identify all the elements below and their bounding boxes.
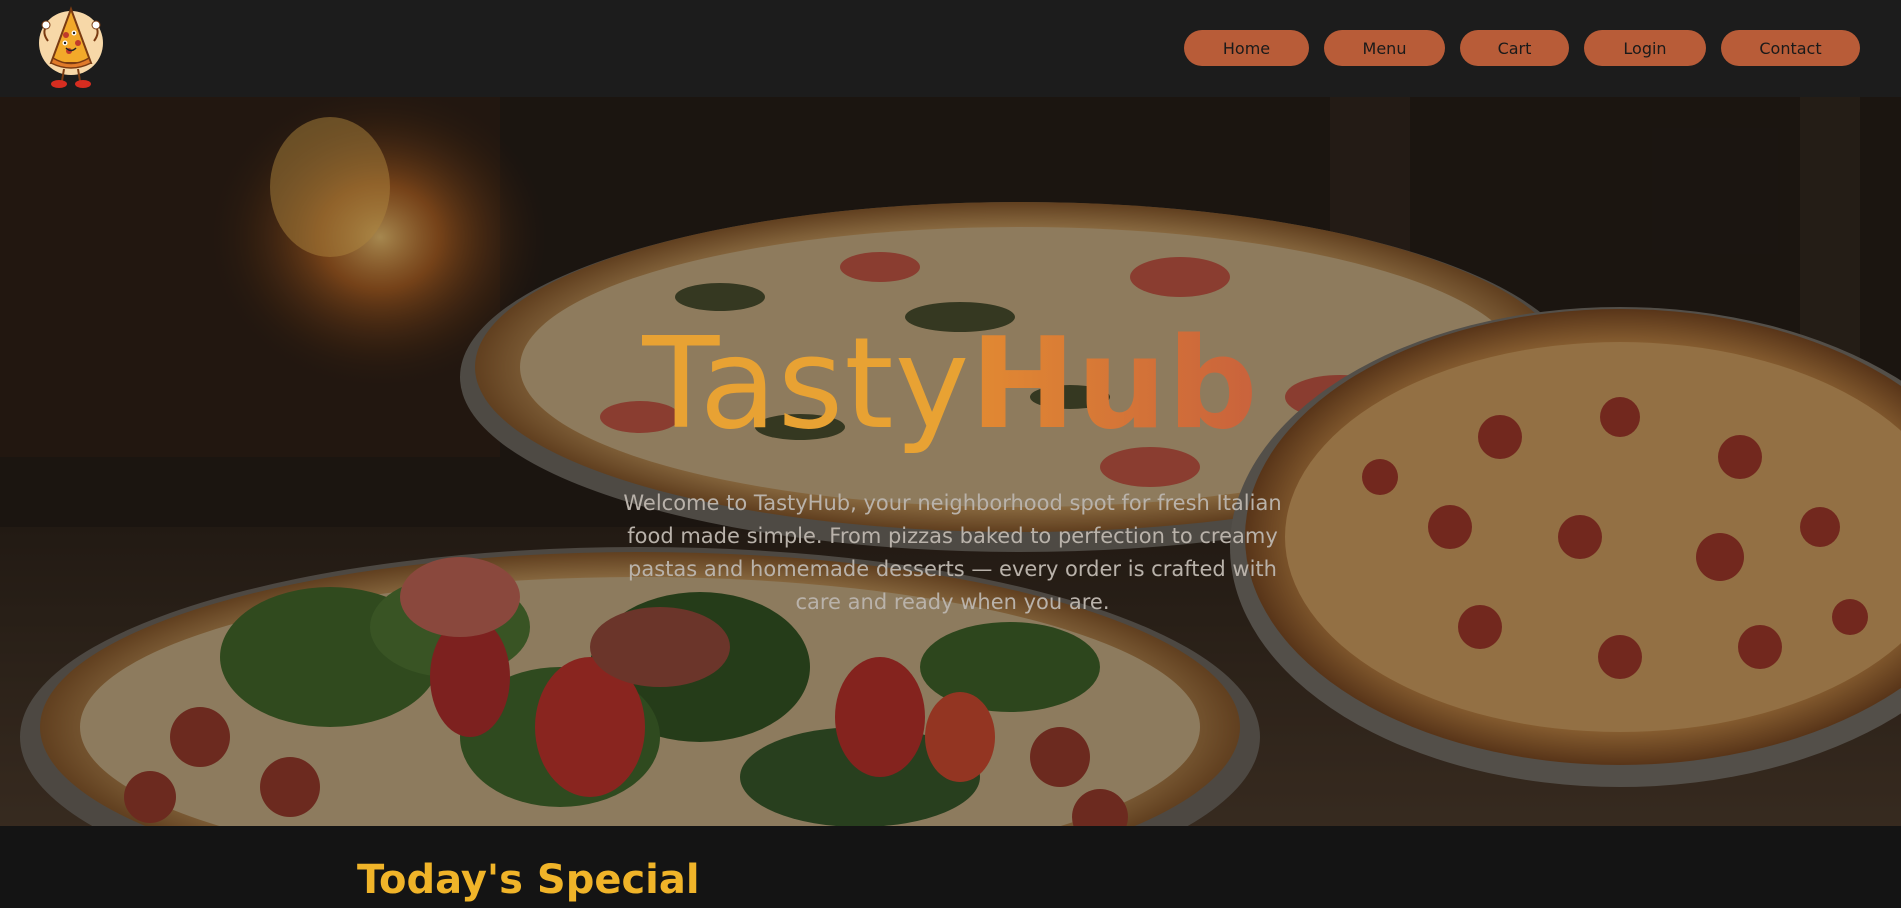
nav-menu-button[interactable]: Menu [1324, 30, 1445, 66]
hero-description: Welcome to TastyHub, your neighborhood s… [623, 491, 1282, 614]
hero-title-hub: Hub [970, 310, 1259, 457]
nav-contact-button[interactable]: Contact [1721, 30, 1860, 66]
todays-special-heading: Today's Special [357, 857, 700, 903]
hero-title-tasty: Tasty [642, 310, 971, 457]
hero-overlay [0, 97, 1901, 826]
navbar: Home Menu Cart Login Contact [0, 0, 1901, 97]
hero-title: TastyHub [0, 309, 1901, 459]
pizza-mascot-icon[interactable] [36, 3, 106, 89]
hero-section: TastyHub Welcome to TastyHub, your neigh… [0, 97, 1901, 826]
nav-home-button[interactable]: Home [1184, 30, 1309, 66]
nav-login-button[interactable]: Login [1584, 30, 1706, 66]
nav-links: Home Menu Cart Login Contact [1184, 30, 1860, 66]
nav-cart-button[interactable]: Cart [1460, 30, 1569, 66]
